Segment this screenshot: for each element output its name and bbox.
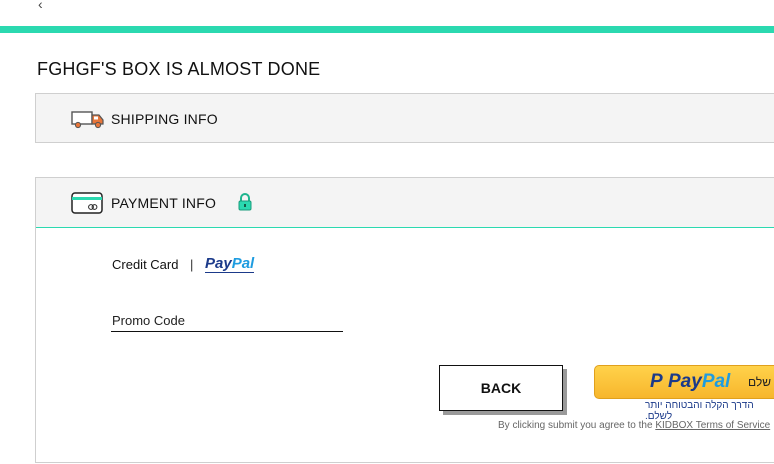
paypal-p-logo: P <box>650 371 663 392</box>
paypal-tagline: הדרך הקלה והבטוחה יותר לשלם. <box>645 400 754 422</box>
page-title: FGHGF'S BOX IS ALMOST DONE <box>37 59 321 79</box>
lock-icon <box>238 193 252 211</box>
credit-card-icon <box>71 192 103 214</box>
paypal-option-pal: Pal <box>231 255 255 272</box>
paypal-wordmark: PayPal <box>668 371 731 392</box>
terms-text: By clicking submit you agree to the KIDB… <box>498 420 771 431</box>
back-chevron-icon[interactable]: ‹ <box>38 0 43 12</box>
credit-card-option[interactable]: Credit Card <box>112 257 178 272</box>
payment-info-label: PAYMENT INFO <box>111 195 217 211</box>
top-bar: ‹ <box>0 0 774 26</box>
paypal-pay-label: שלם <box>748 375 772 389</box>
back-button[interactable]: BACK <box>439 365 563 411</box>
method-separator: | <box>190 257 194 272</box>
paypal-option[interactable]: PayPal <box>205 255 255 273</box>
accent-bar <box>0 26 774 33</box>
paypal-option-pay: Pay <box>205 255 232 272</box>
payment-info-header[interactable]: PAYMENT INFO <box>36 178 774 228</box>
terms-of-service-link[interactable]: KIDBOX Terms of Service <box>655 420 770 431</box>
truck-icon <box>71 111 104 129</box>
paypal-checkout-button[interactable]: P PayPal שלם <box>594 365 774 399</box>
payment-info-section: PAYMENT INFO Credit Card | PayPal Promo … <box>35 177 774 463</box>
shipping-info-section[interactable]: SHIPPING INFO <box>35 93 774 143</box>
shipping-info-label: SHIPPING INFO <box>111 111 218 127</box>
promo-code-input[interactable] <box>111 312 343 332</box>
